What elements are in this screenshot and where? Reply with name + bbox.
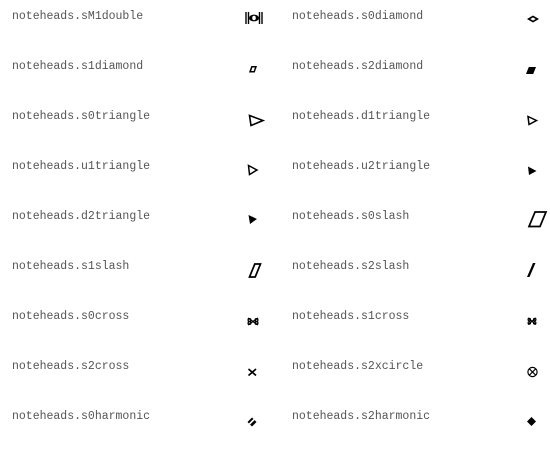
glyph-name: noteheads.s2diamond <box>292 60 424 73</box>
filled-harmonic-notehead-icon <box>519 400 549 434</box>
filled-slash-notehead-icon <box>519 250 549 284</box>
glyph-name: noteheads.s1cross <box>292 310 410 323</box>
whole-harmonic-notehead-icon <box>239 400 269 434</box>
x-circle-notehead-icon <box>519 350 549 384</box>
glyph-name: noteheads.u1triangle <box>12 160 151 173</box>
glyph-name: noteheads.s0triangle <box>12 110 151 123</box>
glyph-name: noteheads.s2harmonic <box>292 410 431 423</box>
whole-slash-notehead-icon <box>519 200 549 234</box>
glyph-name: noteheads.s0harmonic <box>12 410 151 423</box>
glyph-name: noteheads.s1slash <box>12 260 130 273</box>
glyph-name: noteheads.s2slash <box>292 260 410 273</box>
glyph-row: noteheads.s2cross noteheads.s2xcircle <box>0 350 550 400</box>
glyph-name: noteheads.s2xcircle <box>292 360 424 373</box>
glyph-row: noteheads.sM1double noteheads.s0diamond <box>0 0 550 50</box>
half-triangle-down-notehead-icon <box>519 100 549 134</box>
half-cross-notehead-icon <box>519 300 549 334</box>
glyph-name: noteheads.d1triangle <box>292 110 431 123</box>
glyph-row: noteheads.u1triangle noteheads.u2triangl… <box>0 150 550 200</box>
glyph-row: noteheads.s1diamond noteheads.s2diamond <box>0 50 550 100</box>
glyph-name: noteheads.s0cross <box>12 310 130 323</box>
whole-diamond-notehead-icon <box>519 0 549 34</box>
glyph-row: noteheads.s1slash noteheads.s2slash <box>0 250 550 300</box>
glyph-row: noteheads.s0harmonic noteheads.s2harmoni… <box>0 400 550 450</box>
glyph-name: noteheads.s0diamond <box>292 10 424 23</box>
filled-triangle-up-notehead-icon <box>519 150 549 184</box>
breve-double-notehead-icon <box>239 0 269 34</box>
glyph-row: noteheads.s0cross noteheads.s1cross <box>0 300 550 350</box>
whole-cross-notehead-icon <box>239 300 269 334</box>
glyph-row: noteheads.s0triangle noteheads.d1triangl… <box>0 100 550 150</box>
glyph-table: noteheads.sM1double noteheads.s0diamond … <box>0 0 550 442</box>
filled-triangle-down-notehead-icon <box>239 200 269 234</box>
glyph-name: noteheads.sM1double <box>12 10 144 23</box>
glyph-name: noteheads.s0slash <box>292 210 410 223</box>
half-triangle-up-notehead-icon <box>239 150 269 184</box>
filled-diamond-notehead-icon <box>519 50 549 84</box>
glyph-name: noteheads.d2triangle <box>12 210 151 223</box>
whole-triangle-notehead-icon <box>239 100 269 134</box>
glyph-name: noteheads.s2cross <box>12 360 130 373</box>
glyph-row: noteheads.d2triangle noteheads.s0slash <box>0 200 550 250</box>
glyph-name: noteheads.u2triangle <box>292 160 431 173</box>
filled-cross-notehead-icon <box>239 350 269 384</box>
half-diamond-notehead-icon <box>239 50 269 84</box>
half-slash-notehead-icon <box>239 250 269 284</box>
glyph-name: noteheads.s1diamond <box>12 60 144 73</box>
